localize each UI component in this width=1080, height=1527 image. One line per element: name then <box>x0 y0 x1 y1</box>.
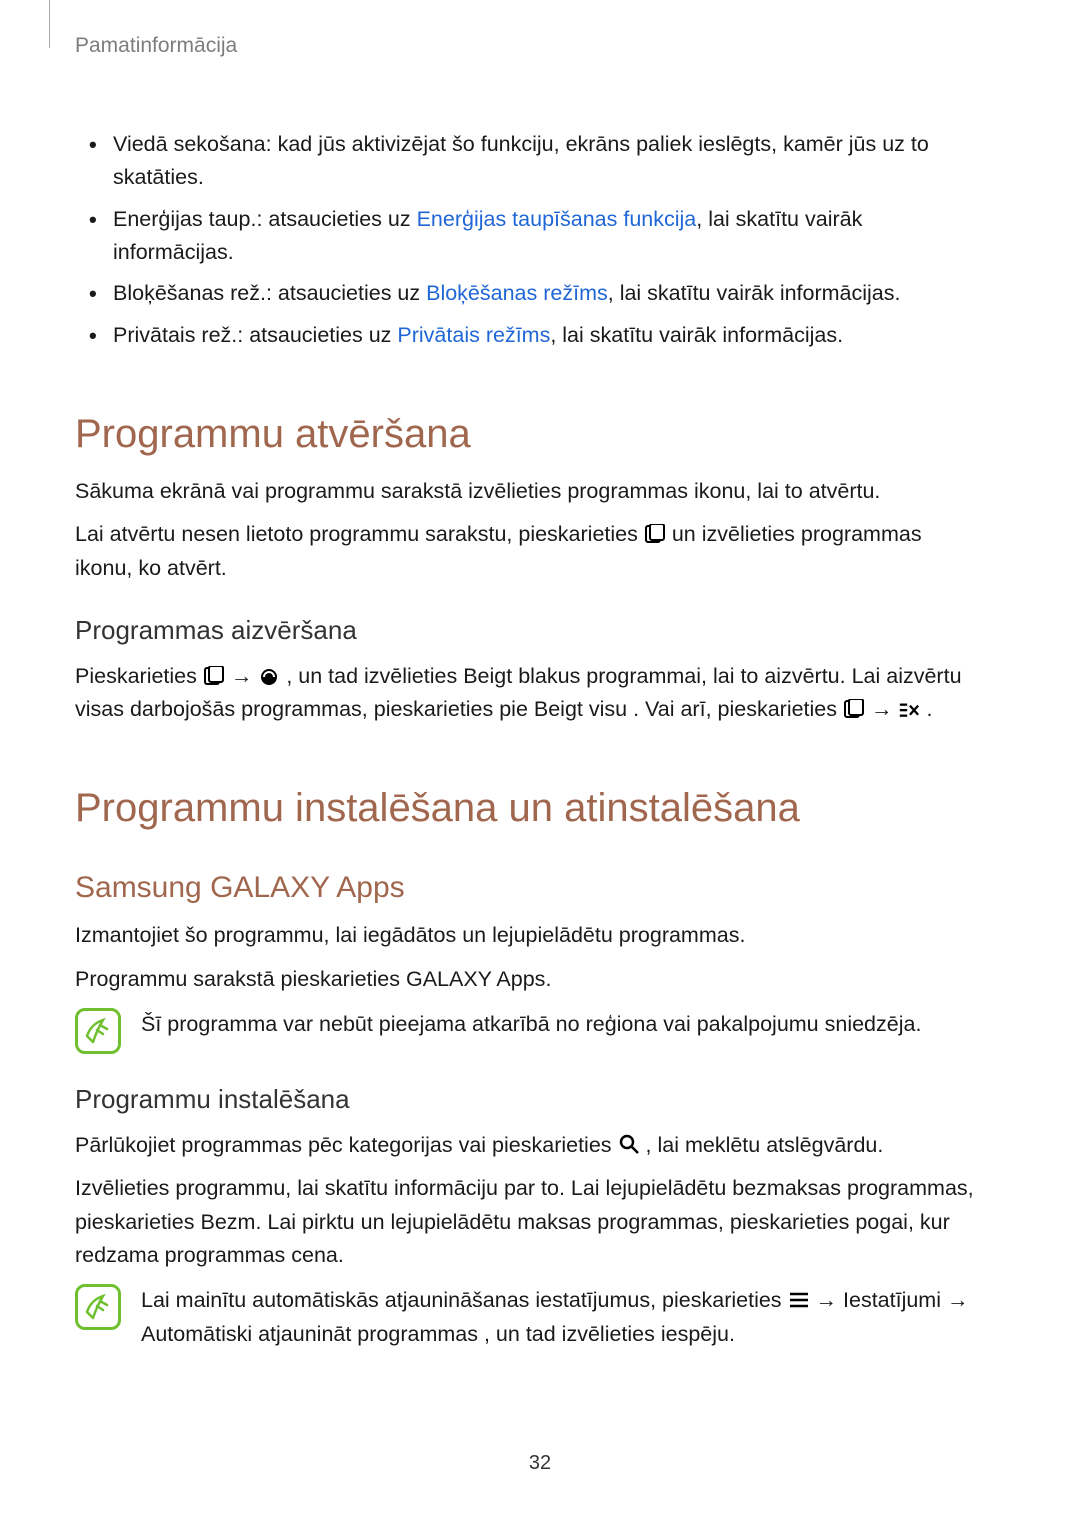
feature-text-post: , lai skatītu vairāk informācijas. <box>550 323 843 347</box>
note-block: Šī programma var nebūt pieejama atkarībā… <box>75 1008 980 1054</box>
side-rule <box>49 0 50 48</box>
text: . <box>926 697 932 721</box>
menu-icon <box>788 1287 810 1307</box>
recent-apps-icon <box>644 521 666 541</box>
text: . Vai arī, pieskarieties <box>633 697 843 721</box>
text: → <box>231 664 258 688</box>
feature-text-pre: : atsaucieties uz <box>256 207 416 231</box>
feature-label: Privātais rež. <box>113 323 237 347</box>
paragraph: Izvēlieties programmu, lai skatītu infor… <box>75 1172 980 1272</box>
note-text: Šī programma var nebūt pieejama atkarībā… <box>141 1008 921 1041</box>
heading-programmu-atversana: Programmu atvēršana <box>75 412 980 457</box>
feature-list: Viedā sekošana: kad jūs aktivizējat šo f… <box>89 128 980 352</box>
text: , lai meklētu atslēgvārdu. <box>646 1133 884 1157</box>
feature-text-pre: : atsaucieties uz <box>237 323 397 347</box>
paragraph: Izmantojiet šo programmu, lai iegādātos … <box>75 919 980 952</box>
paragraph: Sākuma ekrānā vai programmu sarakstā izv… <box>75 475 980 508</box>
heading-programmu-instalesana: Programmu instalēšana un atinstalēšana <box>75 786 980 831</box>
text: Programmu sarakstā pieskarieties <box>75 967 406 991</box>
heading-programmu-instalesana-sub: Programmu instalēšana <box>75 1084 980 1115</box>
text: → <box>947 1288 969 1312</box>
feature-label: Bloķēšanas rež. <box>113 281 266 305</box>
page-content: Pamatinformācija Viedā sekošana: kad jūs… <box>0 0 1080 1351</box>
paragraph: Programmu sarakstā pieskarieties GALAXY … <box>75 963 980 996</box>
text-galaxy-apps: GALAXY Apps <box>406 967 545 991</box>
note-icon <box>75 1284 121 1330</box>
feature-link[interactable]: Bloķēšanas režīms <box>426 281 608 305</box>
text-beigt-visu: Beigt visu <box>534 697 627 721</box>
text: , un tad izvēlieties iespēju. <box>484 1322 735 1346</box>
search-icon <box>618 1132 640 1152</box>
list-item: Bloķēšanas rež.: atsaucieties uz Bloķēša… <box>89 277 980 310</box>
note-icon <box>75 1008 121 1054</box>
list-item: Privātais rež.: atsaucieties uz Privātai… <box>89 319 980 352</box>
feature-label: Viedā sekošana <box>113 132 266 156</box>
text: Pārlūkojiet programmas pēc kategorijas v… <box>75 1133 618 1157</box>
feature-label: Enerģijas taup. <box>113 207 256 231</box>
text: Pieskarieties <box>75 664 203 688</box>
feature-text-post: , lai skatītu vairāk informācijas. <box>608 281 901 305</box>
feature-text-pre: : atsaucieties uz <box>266 281 426 305</box>
page-number: 32 <box>0 1452 1080 1475</box>
text-auto-atjauninat: Automātiski atjaunināt programmas <box>141 1322 478 1346</box>
task-manager-icon <box>258 663 280 683</box>
recent-apps-icon <box>203 663 225 683</box>
note-block: Lai mainītu automātiskās atjaunināšanas … <box>75 1284 980 1351</box>
text: → <box>871 697 898 721</box>
list-item: Enerģijas taup.: atsaucieties uz Enerģij… <box>89 203 980 270</box>
feature-link[interactable]: Privātais režīms <box>397 323 550 347</box>
feature-link[interactable]: Enerģijas taupīšanas funkcija <box>417 207 697 231</box>
paragraph: Pārlūkojiet programmas pēc kategorijas v… <box>75 1129 980 1162</box>
text: , un tad izvēlieties <box>286 664 463 688</box>
text-beigt: Beigt <box>463 664 512 688</box>
text: . <box>545 967 551 991</box>
paragraph: Pieskarieties → , un tad izvēlieties Bei… <box>75 660 980 727</box>
text-bezm: Bezm. <box>200 1210 261 1234</box>
breadcrumb: Pamatinformācija <box>75 34 980 58</box>
heading-galaxy-apps: Samsung GALAXY Apps <box>75 871 980 905</box>
text: Lai mainītu automātiskās atjaunināšanas … <box>141 1288 788 1312</box>
recent-apps-icon <box>843 696 865 716</box>
text: Lai atvērtu nesen lietoto programmu sara… <box>75 522 644 546</box>
text: → <box>816 1288 843 1312</box>
paragraph: Lai atvērtu nesen lietoto programmu sara… <box>75 518 980 585</box>
close-all-icon <box>898 696 920 716</box>
text-iestatijumi: Iestatījumi <box>843 1288 941 1312</box>
note-text: Lai mainītu automātiskās atjaunināšanas … <box>141 1284 980 1351</box>
list-item: Viedā sekošana: kad jūs aktivizējat šo f… <box>89 128 980 195</box>
heading-programmas-aizversana: Programmas aizvēršana <box>75 615 980 646</box>
